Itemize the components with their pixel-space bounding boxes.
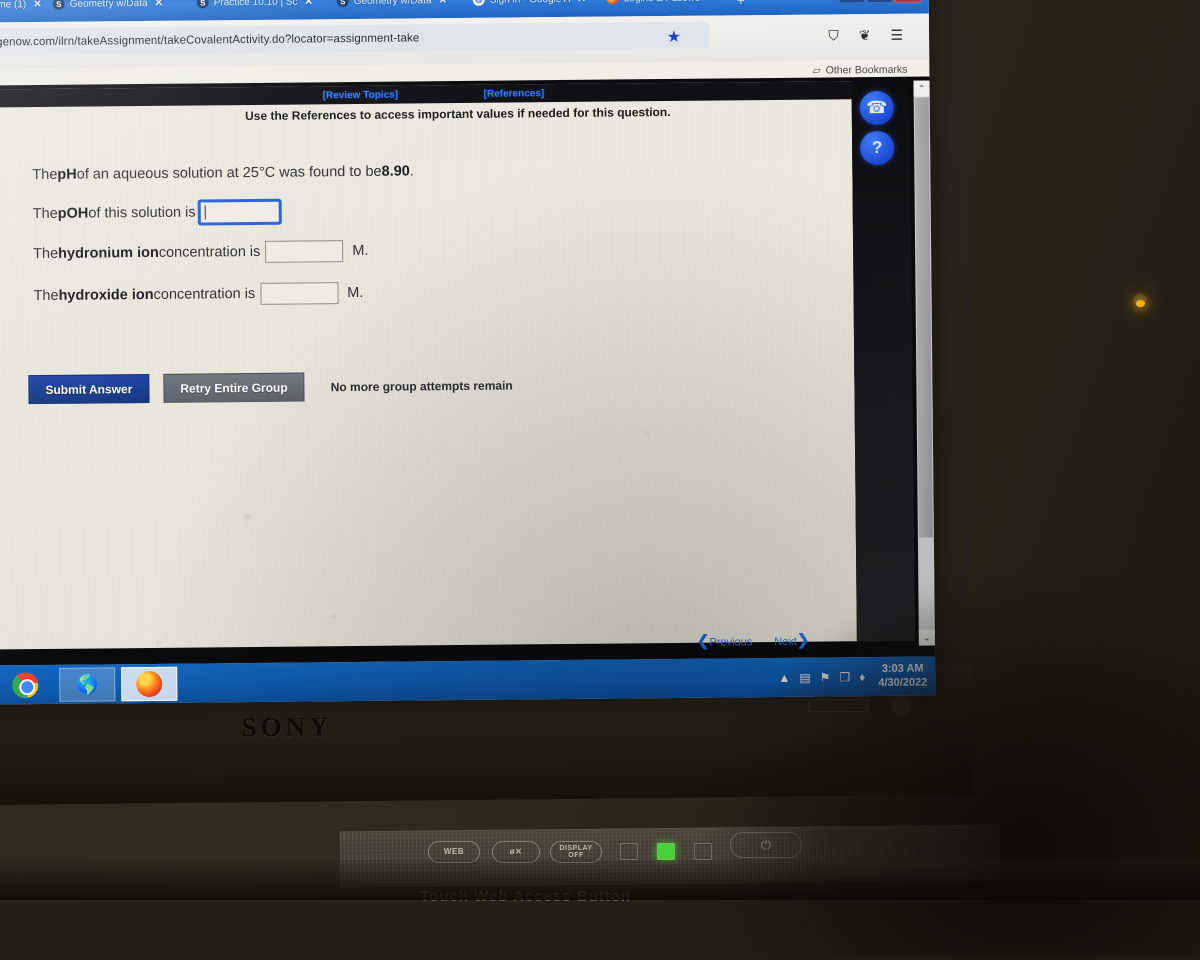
close-icon[interactable]: ✕ — [707, 0, 715, 3]
scroll-up-icon[interactable]: ⌃ — [913, 80, 930, 97]
browser-tab-0[interactable]: S ome (1) ✕ — [0, 0, 42, 18]
hydronium-unit: M. — [352, 242, 369, 260]
submit-answer-button[interactable]: Submit Answer — [28, 373, 150, 405]
q2-term: pOH — [57, 205, 89, 222]
support-rail: ☎ ? — [851, 80, 915, 642]
review-topics-link[interactable]: [Review Topics] — [323, 89, 398, 101]
browser-tab-1[interactable]: S Geometry w/Data ✕ — [52, 0, 163, 17]
extensions-icon[interactable]: ❦ — [859, 27, 871, 43]
tab-label: Geometry w/Data — [69, 0, 148, 10]
tab-label: Sign in - Google A — [490, 0, 571, 5]
attempts-remaining-note: No more group attempts remain — [330, 377, 513, 394]
q4-mid: concentration is — [153, 285, 256, 303]
close-icon[interactable]: ✕ — [438, 0, 446, 6]
taskbar-item-firefox[interactable] — [121, 666, 178, 702]
tab-label: Practice 10.10 | Sc — [213, 0, 298, 8]
assignment-page: [Review Topics] [References] Use the Ref… — [0, 81, 857, 650]
sony-brand-logo: SONY — [241, 711, 333, 743]
hydronium-input[interactable] — [265, 240, 344, 263]
close-icon[interactable]: ✕ — [577, 0, 585, 4]
network-icon: 🌎 — [75, 673, 99, 695]
hydroxide-unit: M. — [347, 284, 364, 302]
scrollbar-thumb[interactable] — [914, 97, 933, 538]
maximize-button[interactable]: ❑ — [866, 0, 893, 4]
q3-term: hydronium ion — [58, 244, 159, 262]
browser-tab-3[interactable]: S Geometry w/Data ✕ — [336, 0, 447, 14]
sapling-icon: S — [196, 0, 209, 9]
question-statement: The pH of an aqueous solution at 25°C wa… — [32, 163, 414, 183]
close-icon[interactable]: ✕ — [33, 0, 41, 10]
new-tab-button[interactable]: + — [737, 0, 745, 13]
browser-tab-2[interactable]: S Practice 10.10 | Sc ✕ — [196, 0, 313, 16]
chrome-icon — [12, 672, 39, 699]
hw-indicator-1-icon — [620, 843, 638, 860]
browser-tab-5[interactable]: Logins & Passwo ✕ — [606, 0, 716, 12]
hydronium-row: The hydronium ion concentration is M. — [33, 240, 369, 265]
references-link[interactable]: [References] — [484, 88, 545, 100]
q1-end: . — [409, 163, 414, 180]
desk-edge — [0, 860, 1200, 900]
q3-pre: The — [33, 245, 59, 263]
hw-indicator-2-icon — [657, 843, 675, 860]
chevron-left-icon: ❮ — [696, 632, 710, 650]
browser-tab-4[interactable]: G Sign in - Google A ✕ — [472, 0, 586, 13]
other-bookmarks-folder[interactable]: ▱ Other Bookmarks — [813, 64, 908, 77]
poh-input[interactable] — [197, 198, 282, 226]
hydroxide-row: The hydroxide ion concentration is M. — [33, 282, 363, 307]
close-window-button[interactable]: ✕ — [894, 0, 921, 3]
retry-entire-group-button[interactable]: Retry Entire Group — [163, 372, 305, 403]
q4-pre: The — [33, 287, 59, 305]
hamburger-menu-icon[interactable]: ☰ — [890, 27, 903, 43]
url-text: gagenow.com/ilrn/takeAssignment/takeCova… — [0, 31, 420, 49]
minimize-button[interactable]: — — [838, 0, 865, 4]
q4-term: hydroxide ion — [58, 286, 154, 304]
tab-label: Logins & Passwo — [624, 0, 701, 4]
shield-icon[interactable]: ⛉ — [828, 27, 839, 43]
close-icon[interactable]: ✕ — [154, 0, 162, 8]
folder-icon: ▱ — [812, 64, 821, 77]
window-controls: — ❑ ✕ — [838, 0, 921, 4]
support-headset-icon[interactable]: ☎ — [859, 90, 894, 126]
page-viewport: [Review Topics] [References] Use the Ref… — [0, 76, 936, 666]
sapling-icon: S — [336, 0, 349, 8]
hydroxide-input[interactable] — [260, 282, 339, 305]
ambient-led-icon — [1136, 300, 1145, 307]
tab-label: Geometry w/Data — [353, 0, 432, 7]
q2-pre: The — [32, 205, 58, 223]
close-icon[interactable]: ✕ — [304, 0, 312, 7]
q3-mid: concentration is — [158, 243, 261, 261]
firefox-icon — [606, 0, 619, 5]
action-button-row: Submit Answer Retry Entire Group No more… — [28, 370, 513, 405]
q1-mid: of an aqueous solution at 25°C was found… — [76, 163, 382, 183]
foreground-shadow — [710, 580, 1200, 960]
ph-value: 8.90 — [381, 163, 410, 180]
help-icon[interactable]: ? — [859, 130, 895, 166]
q1-pre: The — [32, 166, 58, 184]
q1-term: pH — [57, 166, 77, 183]
firefox-icon — [136, 670, 163, 698]
browser-toolbar-icons: ⛉ ❦ ☰ — [828, 27, 903, 44]
other-bookmarks-label: Other Bookmarks — [825, 63, 908, 77]
sapling-icon: S — [52, 0, 65, 10]
bookmark-star-icon[interactable]: ★ — [667, 27, 682, 47]
taskbar-item-chrome[interactable] — [0, 668, 53, 703]
poh-row: The pOH of this solution is — [32, 198, 287, 227]
google-icon: G — [472, 0, 485, 6]
tab-label: ome (1) — [0, 0, 27, 10]
taskbar-item-network-center[interactable]: 🌎 — [59, 667, 116, 702]
instructions-text: Use the References to access important v… — [245, 104, 671, 124]
q2-mid: of this solution is — [88, 204, 196, 222]
